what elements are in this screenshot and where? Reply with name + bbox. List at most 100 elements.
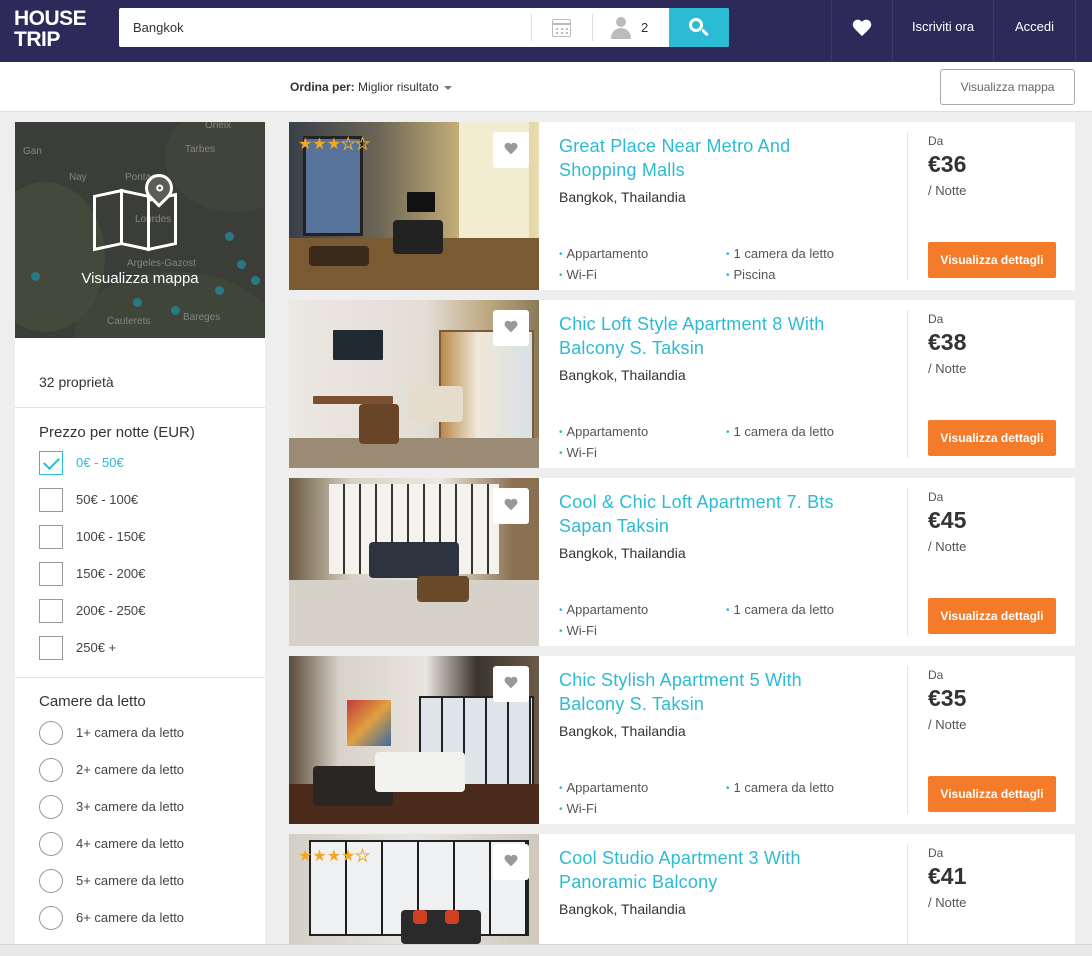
bedroom-option[interactable]: 1+ camera da letto xyxy=(39,721,259,745)
divider xyxy=(15,677,265,678)
listing-title[interactable]: Great Place Near Metro And Shopping Mall… xyxy=(559,134,859,182)
filter-sidebar: Orleix Gan Tarbes Nay Pontac Lourdes Arg… xyxy=(15,122,265,956)
checkbox[interactable] xyxy=(39,525,63,549)
radio-button[interactable] xyxy=(39,832,63,856)
bedroom-option[interactable]: 5+ camere da letto xyxy=(39,869,259,893)
listing-card[interactable]: ★★★★★ Great Place Near Metro And Shoppin… xyxy=(289,122,1075,290)
search-divider xyxy=(531,14,532,41)
location-input[interactable]: Bangkok xyxy=(133,8,533,47)
bedroom-option[interactable]: 6+ camere da letto xyxy=(39,906,259,930)
bedrooms-filter-title: Camere da letto xyxy=(39,693,146,710)
favorites-button[interactable] xyxy=(831,0,892,62)
listing-card[interactable]: Chic Stylish Apartment 5 With Balcony S.… xyxy=(289,656,1075,824)
price-unit: / Notte xyxy=(928,895,967,910)
listing-location: Bangkok, Thailandia xyxy=(559,367,686,383)
map-label: Visualizza mappa xyxy=(81,270,199,287)
price-filter-title: Prezzo per notte (EUR) xyxy=(39,424,195,441)
results-count: 32 proprietà xyxy=(39,374,114,390)
price-option-label: 150€ - 200€ xyxy=(76,566,146,581)
listing-title[interactable]: Cool & Chic Loft Apartment 7. Bts Sapan … xyxy=(559,490,859,538)
price-option[interactable]: 150€ - 200€ xyxy=(39,562,259,586)
calendar-icon[interactable] xyxy=(552,19,571,37)
search-button[interactable] xyxy=(669,8,729,47)
favorite-button[interactable] xyxy=(493,844,529,880)
view-details-button[interactable]: Visualizza dettagli xyxy=(928,598,1056,634)
star-rating: ★★★★★ xyxy=(298,848,370,866)
star-rating: ★★★★★ xyxy=(298,136,370,154)
listing-price: €35 xyxy=(928,685,967,711)
listing-photo[interactable]: ★★★★★ xyxy=(289,122,539,290)
signup-link[interactable]: Iscriviti ora xyxy=(892,0,993,62)
heart-icon xyxy=(852,20,872,38)
checkbox[interactable] xyxy=(39,636,63,660)
amenity: 1 camera da letto xyxy=(726,780,834,795)
heart-icon xyxy=(504,499,518,512)
favorite-button[interactable] xyxy=(493,310,529,346)
price-prefix: Da xyxy=(928,134,944,148)
horizontal-scrollbar[interactable] xyxy=(0,944,1092,956)
price-option-label: 0€ - 50€ xyxy=(76,455,124,470)
checkbox[interactable] xyxy=(39,488,63,512)
heart-icon xyxy=(504,677,518,690)
listing-card[interactable]: Chic Loft Style Apartment 8 With Balcony… xyxy=(289,300,1075,468)
heart-icon xyxy=(504,855,518,868)
radio-button[interactable] xyxy=(39,758,63,782)
price-prefix: Da xyxy=(928,846,944,860)
checkbox[interactable] xyxy=(39,599,63,623)
listing-title[interactable]: Chic Stylish Apartment 5 With Balcony S.… xyxy=(559,668,859,716)
listing-location: Bangkok, Thailandia xyxy=(559,723,686,739)
listing-photo[interactable] xyxy=(289,478,539,646)
amenity: Appartamento xyxy=(559,424,649,439)
favorite-button[interactable] xyxy=(493,666,529,702)
listing-photo[interactable] xyxy=(289,300,539,468)
bedroom-option[interactable]: 3+ camere da letto xyxy=(39,795,259,819)
login-link[interactable]: Accedi xyxy=(993,0,1075,62)
checkbox[interactable] xyxy=(39,562,63,586)
price-option[interactable]: 200€ - 250€ xyxy=(39,599,259,623)
view-details-button[interactable]: Visualizza dettagli xyxy=(928,420,1056,456)
price-option[interactable]: 250€ + xyxy=(39,636,259,660)
person-icon[interactable] xyxy=(611,17,631,39)
price-prefix: Da xyxy=(928,490,944,504)
listing-card[interactable]: Cool & Chic Loft Apartment 7. Bts Sapan … xyxy=(289,478,1075,646)
bedroom-option[interactable]: 2+ camere da letto xyxy=(39,758,259,782)
sort-label: Ordina per: xyxy=(290,80,355,94)
search-bar: Bangkok 2 xyxy=(119,8,729,47)
radio-button[interactable] xyxy=(39,869,63,893)
listing-price: €36 xyxy=(928,151,967,177)
show-map-button[interactable]: Visualizza mappa xyxy=(940,69,1075,105)
divider xyxy=(15,407,265,408)
checkbox-checked[interactable] xyxy=(39,451,63,475)
sort-value: Miglior risultato xyxy=(358,80,439,94)
bedroom-option[interactable]: 4+ camere da letto xyxy=(39,832,259,856)
search-divider xyxy=(592,14,593,41)
radio-button[interactable] xyxy=(39,906,63,930)
view-details-button[interactable]: Visualizza dettagli xyxy=(928,776,1056,812)
price-option[interactable]: 100€ - 150€ xyxy=(39,525,259,549)
listing-card[interactable]: ★★★★★ Cool Studio Apartment 3 With Panor… xyxy=(289,834,1075,944)
view-details-button[interactable]: Visualizza dettagli xyxy=(928,242,1056,278)
listing-title[interactable]: Chic Loft Style Apartment 8 With Balcony… xyxy=(559,312,859,360)
favorite-button[interactable] xyxy=(493,488,529,524)
price-option[interactable]: 0€ - 50€ xyxy=(39,451,259,475)
housetrip-logo[interactable]: HOUSE TRIP xyxy=(14,8,96,50)
guests-count[interactable]: 2 xyxy=(641,8,648,47)
price-option[interactable]: 50€ - 100€ xyxy=(39,488,259,512)
amenity: 1 camera da letto xyxy=(726,602,834,617)
chevron-down-icon xyxy=(443,85,452,90)
amenity: Wi-Fi xyxy=(559,623,597,638)
bedroom-option-label: 1+ camera da letto xyxy=(76,725,185,740)
favorite-button[interactable] xyxy=(493,132,529,168)
map-preview[interactable]: Orleix Gan Tarbes Nay Pontac Lourdes Arg… xyxy=(15,122,265,338)
price-unit: / Notte xyxy=(928,717,967,732)
sort-dropdown[interactable]: Ordina per: Miglior risultato xyxy=(290,62,452,112)
amenity: Wi-Fi xyxy=(559,267,597,282)
listing-photo[interactable]: ★★★★★ xyxy=(289,834,539,944)
listing-price: €45 xyxy=(928,507,967,533)
listing-title[interactable]: Cool Studio Apartment 3 With Panoramic B… xyxy=(559,846,859,894)
radio-button[interactable] xyxy=(39,721,63,745)
price-divider xyxy=(907,844,908,944)
listing-photo[interactable] xyxy=(289,656,539,824)
radio-button[interactable] xyxy=(39,795,63,819)
listing-location: Bangkok, Thailandia xyxy=(559,189,686,205)
